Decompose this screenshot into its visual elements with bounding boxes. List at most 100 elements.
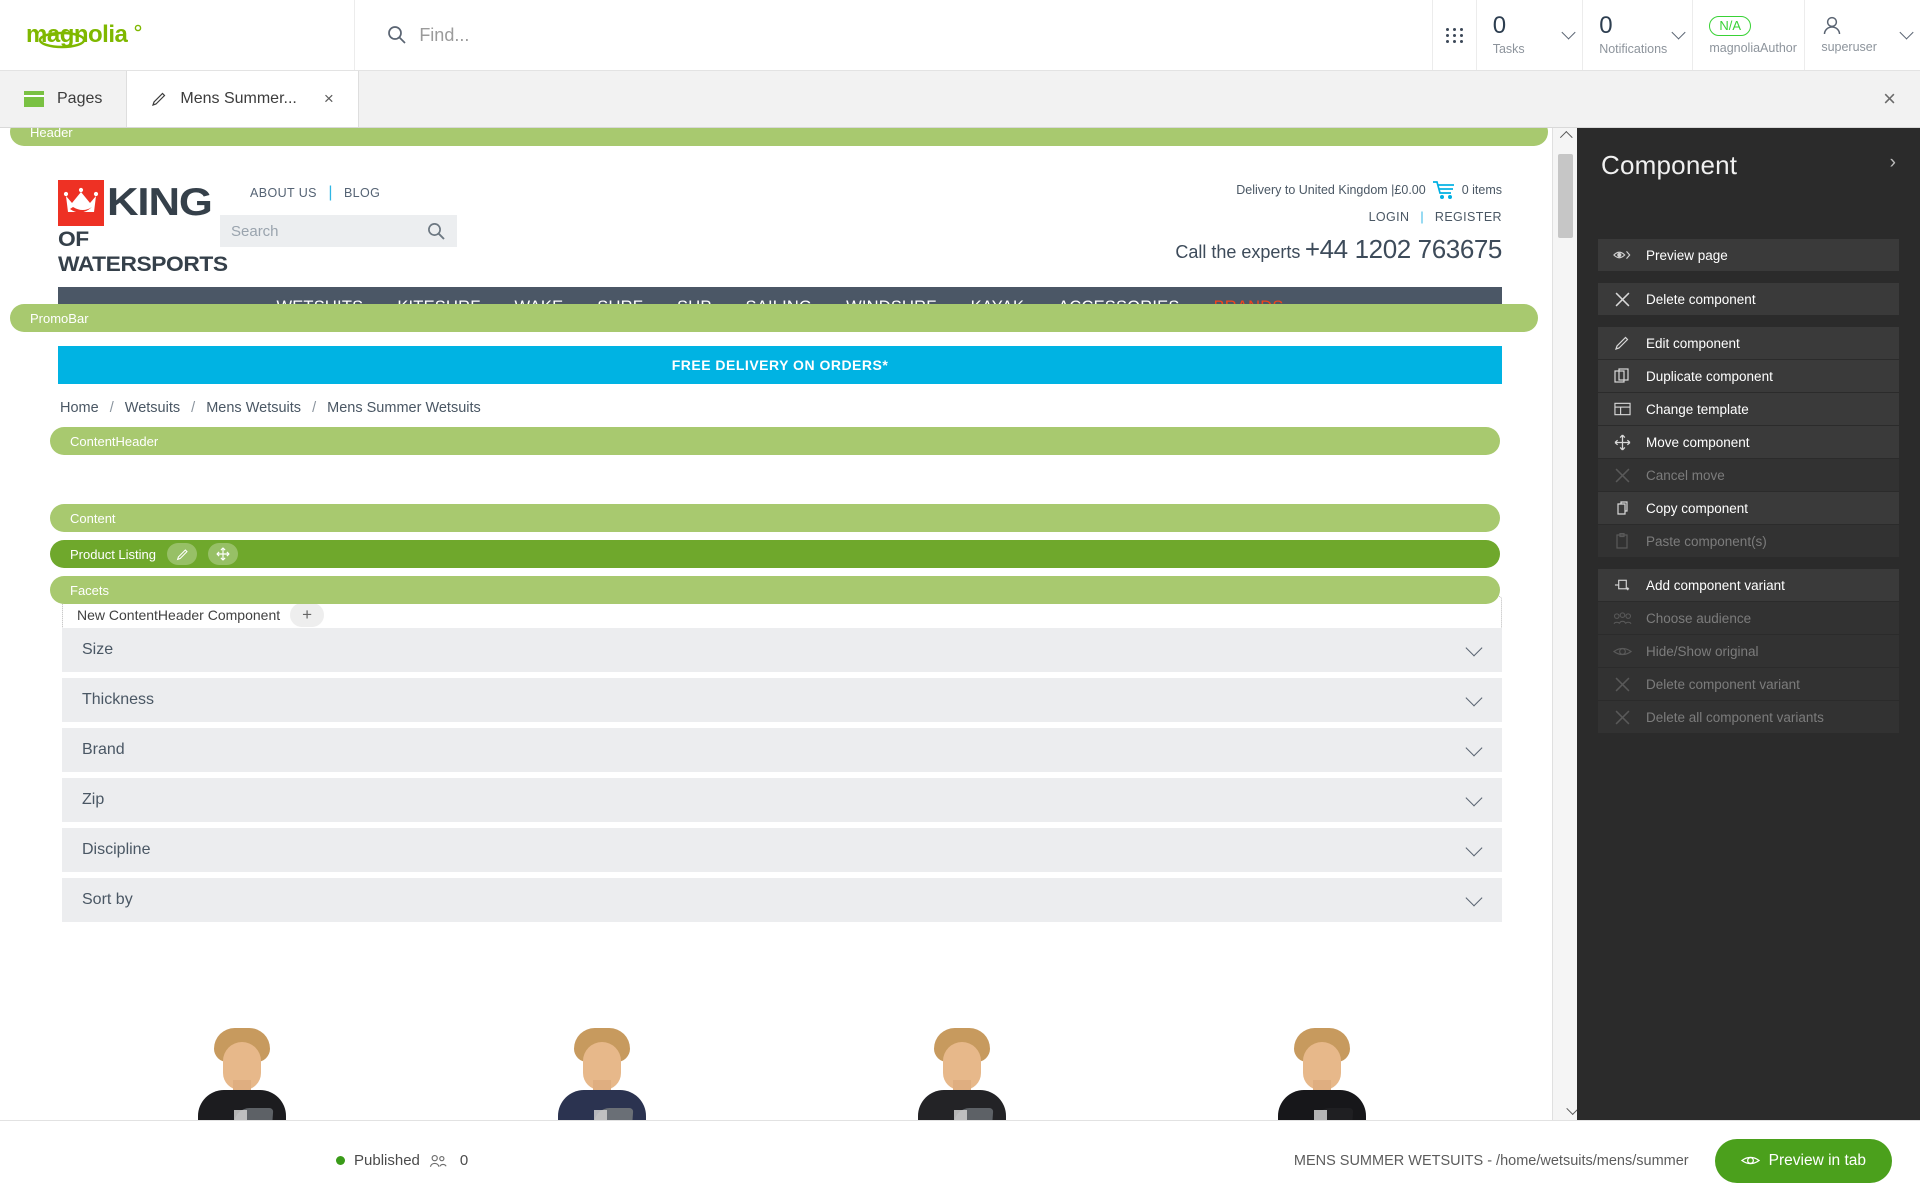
facet-label: Discipline	[82, 841, 151, 858]
chevron-down-icon[interactable]	[1899, 25, 1914, 40]
chevron-down-icon	[1465, 789, 1483, 806]
status-badge: N/A	[1709, 15, 1751, 36]
product-card[interactable]	[782, 1028, 1142, 1120]
editor-scrollbar[interactable]	[1552, 128, 1580, 1120]
menu-label: Delete component	[1646, 291, 1756, 307]
close-x-icon	[1598, 292, 1646, 307]
kingofwatersports-logo[interactable]: KING OF WATERSPORTS	[58, 180, 228, 277]
breadcrumb-wetsuits[interactable]: Wetsuits	[125, 400, 180, 416]
area-label: Facets	[70, 582, 110, 598]
user-label: superuser	[1821, 40, 1877, 54]
link-login[interactable]: LOGIN	[1369, 210, 1410, 224]
facet-label: Brand	[82, 741, 125, 758]
preview-in-tab-button[interactable]: Preview in tab	[1714, 1138, 1892, 1183]
area-bar-promobar[interactable]: PromoBar	[10, 304, 1538, 332]
area-label: PromoBar	[30, 310, 89, 326]
area-bar-header[interactable]: Header	[10, 128, 1548, 146]
facet-zip[interactable]: Zip	[62, 778, 1502, 822]
facet-label: Thickness	[82, 691, 155, 708]
close-icon[interactable]: ×	[324, 89, 334, 109]
search-input[interactable]	[419, 24, 1360, 46]
scroll-up-icon[interactable]	[1559, 130, 1573, 144]
panel-group-delete: Delete component	[1598, 283, 1899, 315]
link-about-us[interactable]: ABOUT US	[250, 186, 317, 200]
app-launcher-button[interactable]	[1433, 0, 1475, 70]
promo-banner: FREE DELIVERY ON ORDERS*	[58, 346, 1502, 384]
product-card[interactable]	[1142, 1028, 1502, 1120]
component-action-panel: Component › Preview page Delete componen…	[1577, 128, 1920, 1120]
tab-mens-summer[interactable]: Mens Summer... ×	[127, 71, 359, 127]
breadcrumb-home[interactable]: Home	[60, 400, 99, 416]
template-icon	[1598, 402, 1646, 416]
page-path: MENS SUMMER WETSUITS - /home/wetsuits/me…	[1293, 1152, 1689, 1169]
move-component-icon[interactable]	[208, 543, 238, 565]
eye-icon	[1740, 1154, 1760, 1167]
facet-thickness[interactable]: Thickness	[62, 678, 1502, 722]
product-card[interactable]	[422, 1028, 782, 1120]
edit-component-icon[interactable]	[167, 543, 197, 565]
menu-delete-component-variant: Delete component variant	[1598, 668, 1899, 700]
cart-icon[interactable]	[1432, 180, 1456, 200]
facet-brand[interactable]: Brand	[62, 728, 1502, 772]
collapse-panel-button[interactable]: ›	[1890, 150, 1896, 176]
site-search-input[interactable]: Search	[220, 215, 457, 247]
notifications-indicator[interactable]: 0 Notifications	[1582, 0, 1692, 70]
menu-delete-component[interactable]: Delete component	[1598, 283, 1899, 315]
add-component-button[interactable]: +	[290, 602, 325, 627]
facet-sort-by[interactable]: Sort by	[62, 878, 1502, 922]
component-bar-product-listing[interactable]: Product Listing	[50, 540, 1500, 568]
user-menu[interactable]: superuser	[1804, 0, 1920, 70]
menu-move-component[interactable]: Move component	[1598, 426, 1899, 458]
tab-pages[interactable]: Pages	[0, 71, 128, 127]
area-bar-contentheader[interactable]: ContentHeader	[50, 427, 1500, 455]
area-bar-facets[interactable]: Facets	[50, 576, 1500, 604]
breadcrumb-separator: /	[191, 400, 196, 416]
global-search[interactable]	[355, 0, 1434, 70]
scrollbar-thumb[interactable]	[1558, 154, 1573, 238]
menu-duplicate-component[interactable]: Duplicate component	[1598, 360, 1899, 392]
menu-delete-all-component-variants: Delete all component variants	[1598, 701, 1899, 733]
link-register[interactable]: REGISTER	[1435, 210, 1502, 224]
copy-icon	[1598, 500, 1646, 516]
menu-label: Delete all component variants	[1646, 709, 1824, 725]
facet-discipline[interactable]: Discipline	[62, 828, 1502, 872]
link-blog[interactable]: BLOG	[344, 186, 380, 200]
menu-change-template[interactable]: Change template	[1598, 393, 1899, 425]
facet-label: Zip	[82, 791, 105, 808]
panel-title: Component	[1601, 150, 1738, 180]
breadcrumb-mens-wetsuits[interactable]: Mens Wetsuits	[206, 400, 301, 416]
link-separator: |	[1420, 210, 1425, 224]
breadcrumb-current: Mens Summer Wetsuits	[327, 400, 481, 416]
menu-label: Edit component	[1646, 335, 1740, 351]
menu-paste-components: Paste component(s)	[1598, 525, 1899, 557]
panel-group-component-actions: Edit component Duplicate component Chang…	[1598, 327, 1899, 557]
search-icon	[387, 25, 407, 45]
subscribers-icon	[429, 1154, 448, 1168]
duplicate-icon	[1598, 368, 1646, 384]
instance-indicator: N/A magnoliaAuthor	[1692, 0, 1804, 70]
menu-cancel-move: Cancel move	[1598, 459, 1899, 491]
page-editor-canvas: KING OF WATERSPORTS ABOUT US | BLOG Sear…	[0, 128, 1577, 1120]
delivery-info: Delivery to United Kingdom |£0.00	[1236, 183, 1426, 197]
app-toolbar: magnolia 0 Tasks 0 Notifications N/A ma	[0, 0, 1920, 71]
menu-hide-show-original: Hide/Show original	[1598, 635, 1899, 667]
chevron-down-icon	[1465, 739, 1483, 756]
chevron-down-icon	[1465, 689, 1483, 706]
menu-label: Choose audience	[1646, 610, 1752, 626]
facet-size[interactable]: Size	[62, 628, 1502, 672]
menu-add-component-variant[interactable]: Add component variant	[1598, 569, 1899, 601]
breadcrumb-separator: /	[109, 400, 114, 416]
menu-label: Move component	[1646, 434, 1750, 450]
area-bar-content[interactable]: Content	[50, 504, 1500, 532]
eye-icon	[1598, 645, 1646, 658]
product-card[interactable]	[62, 1028, 422, 1120]
menu-preview-page[interactable]: Preview page	[1598, 239, 1899, 271]
tasks-indicator[interactable]: 0 Tasks	[1475, 0, 1582, 70]
menu-copy-component[interactable]: Copy component	[1598, 492, 1899, 524]
menu-edit-component[interactable]: Edit component	[1598, 327, 1899, 359]
facet-label: Sort by	[82, 891, 133, 908]
magnolia-logo[interactable]: magnolia	[0, 0, 356, 70]
close-editor-button[interactable]: ×	[1859, 71, 1920, 127]
menu-label: Duplicate component	[1646, 368, 1773, 384]
facet-label: Size	[82, 641, 114, 658]
